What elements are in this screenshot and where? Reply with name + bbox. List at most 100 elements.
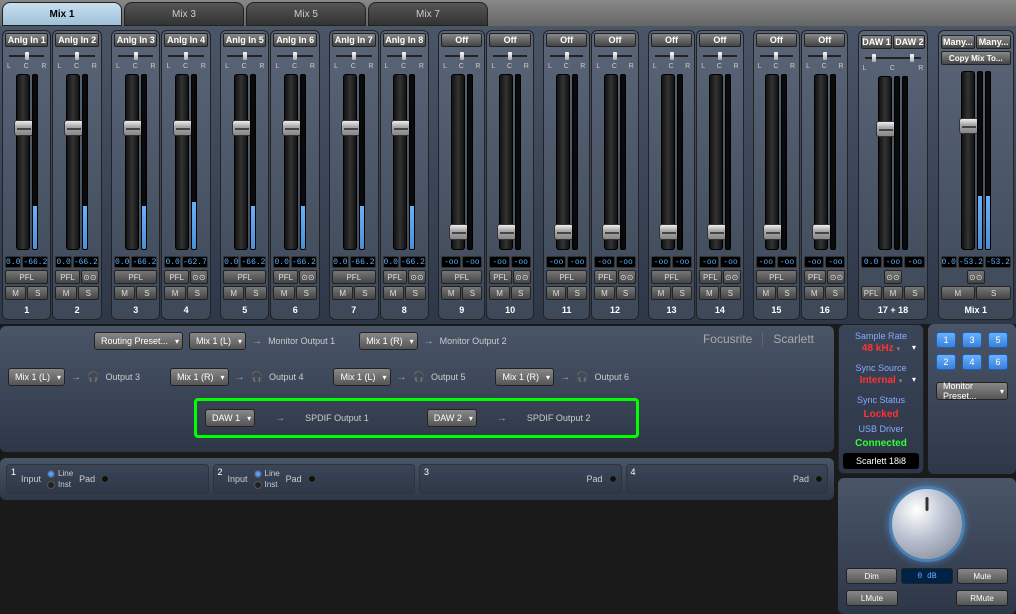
fader-cap[interactable]: [173, 120, 193, 136]
channel-input-select[interactable]: Anlg In 6: [273, 33, 316, 47]
channel-input-select[interactable]: Off: [441, 33, 482, 47]
line-radio[interactable]: Line: [47, 469, 73, 478]
solo-button[interactable]: S: [616, 286, 636, 300]
mute-button[interactable]: M: [489, 286, 509, 300]
monitor-select-6[interactable]: 6: [988, 354, 1008, 370]
pad-button[interactable]: [609, 475, 617, 483]
pad-button[interactable]: [815, 475, 823, 483]
pad-button[interactable]: [101, 475, 109, 483]
fader-cap[interactable]: [341, 120, 361, 136]
fader-cap[interactable]: [812, 224, 832, 240]
pan-slider[interactable]: [223, 51, 266, 61]
channel-input-select[interactable]: Off: [651, 33, 692, 47]
routing-source-dropdown[interactable]: DAW 2: [427, 409, 477, 427]
pfl-button[interactable]: PFL: [383, 270, 407, 284]
fader[interactable]: [661, 74, 675, 250]
pan-slider[interactable]: [332, 51, 375, 61]
channel-input-select[interactable]: Off: [546, 33, 587, 47]
pan-slider[interactable]: [489, 51, 530, 61]
channel-input-select[interactable]: Anlg In 7: [332, 33, 375, 47]
fader-cap[interactable]: [64, 120, 84, 136]
solo-button[interactable]: S: [672, 286, 692, 300]
pfl-button[interactable]: PFL: [804, 270, 826, 284]
dim-button[interactable]: Dim: [846, 568, 897, 584]
fader-cap[interactable]: [232, 120, 252, 136]
stereo-link-button[interactable]: ⊙⊙: [884, 270, 902, 284]
mute-button[interactable]: M: [546, 286, 566, 300]
pfl-button[interactable]: PFL: [5, 270, 48, 284]
fader[interactable]: [66, 74, 80, 250]
pfl-button[interactable]: PFL: [861, 286, 882, 300]
pfl-button[interactable]: PFL: [651, 270, 692, 284]
pan-slider[interactable]: [441, 51, 482, 61]
fader-cap[interactable]: [449, 224, 469, 240]
fader[interactable]: [604, 74, 618, 250]
status-value[interactable]: Internal▾: [843, 375, 919, 393]
monitor-select-4[interactable]: 4: [962, 354, 982, 370]
balance-slider[interactable]: [861, 53, 926, 63]
mute-button[interactable]: M: [804, 286, 824, 300]
solo-button[interactable]: S: [136, 286, 157, 300]
routing-source-dropdown[interactable]: Mix 1 (R): [359, 332, 418, 350]
fader[interactable]: [284, 74, 298, 250]
stereo-link-button[interactable]: ⊙⊙: [967, 270, 985, 284]
mute-button[interactable]: M: [383, 286, 404, 300]
line-radio[interactable]: Line: [254, 469, 280, 478]
pan-slider[interactable]: [594, 51, 635, 61]
mute-button[interactable]: M: [332, 286, 353, 300]
pfl-button[interactable]: PFL: [699, 270, 721, 284]
master-output-select[interactable]: Many...: [976, 35, 1011, 49]
fader-cap[interactable]: [497, 224, 517, 240]
channel-input-select[interactable]: DAW 1: [861, 35, 893, 49]
monitor-select-1[interactable]: 1: [936, 332, 956, 348]
routing-source-dropdown[interactable]: DAW 1: [205, 409, 255, 427]
fader-cap[interactable]: [554, 224, 574, 240]
stereo-link-button[interactable]: ⊙⊙: [299, 270, 317, 284]
stereo-link-button[interactable]: ⊙⊙: [408, 270, 426, 284]
channel-input-select[interactable]: Off: [594, 33, 635, 47]
solo-button[interactable]: S: [777, 286, 797, 300]
fader[interactable]: [451, 74, 465, 250]
pan-slider[interactable]: [546, 51, 587, 61]
fader[interactable]: [393, 74, 407, 250]
solo-button[interactable]: S: [245, 286, 266, 300]
tab-mix-5[interactable]: Mix 5: [246, 2, 366, 26]
inst-radio[interactable]: Inst: [254, 480, 280, 489]
fader-cap[interactable]: [659, 224, 679, 240]
channel-input-select[interactable]: DAW 2: [893, 35, 925, 49]
monitor-select-3[interactable]: 3: [962, 332, 982, 348]
fader[interactable]: [814, 74, 828, 250]
monitor-select-2[interactable]: 2: [936, 354, 956, 370]
channel-input-select[interactable]: Anlg In 1: [5, 33, 48, 47]
pfl-button[interactable]: PFL: [114, 270, 157, 284]
pan-slider[interactable]: [114, 51, 157, 61]
pan-slider[interactable]: [55, 51, 98, 61]
fader-cap[interactable]: [391, 120, 411, 136]
mute-button[interactable]: M: [883, 286, 904, 300]
monitor-preset-button[interactable]: Monitor Preset...: [936, 382, 1008, 400]
solo-button[interactable]: S: [187, 286, 208, 300]
pfl-button[interactable]: PFL: [441, 270, 482, 284]
pfl-button[interactable]: PFL: [594, 270, 616, 284]
status-value[interactable]: 48 kHz▾: [843, 343, 919, 361]
fader[interactable]: [709, 74, 723, 250]
rmute-button[interactable]: RMute: [956, 590, 1008, 606]
channel-input-select[interactable]: Off: [804, 33, 845, 47]
mute-button[interactable]: M: [441, 286, 461, 300]
solo-button[interactable]: S: [354, 286, 375, 300]
pan-slider[interactable]: [756, 51, 797, 61]
solo-button[interactable]: S: [296, 286, 317, 300]
fader[interactable]: [175, 74, 189, 250]
stereo-link-button[interactable]: ⊙⊙: [618, 270, 636, 284]
solo-button[interactable]: S: [904, 286, 925, 300]
tab-mix-1[interactable]: Mix 1: [2, 2, 122, 26]
fader-cap[interactable]: [602, 224, 622, 240]
mute-button[interactable]: M: [5, 286, 26, 300]
tab-mix-7[interactable]: Mix 7: [368, 2, 488, 26]
pan-slider[interactable]: [651, 51, 692, 61]
channel-input-select[interactable]: Anlg In 8: [383, 33, 426, 47]
pan-slider[interactable]: [164, 51, 207, 61]
routing-source-dropdown[interactable]: Mix 1 (R): [495, 368, 554, 386]
mute-button[interactable]: M: [273, 286, 294, 300]
pfl-button[interactable]: PFL: [546, 270, 587, 284]
